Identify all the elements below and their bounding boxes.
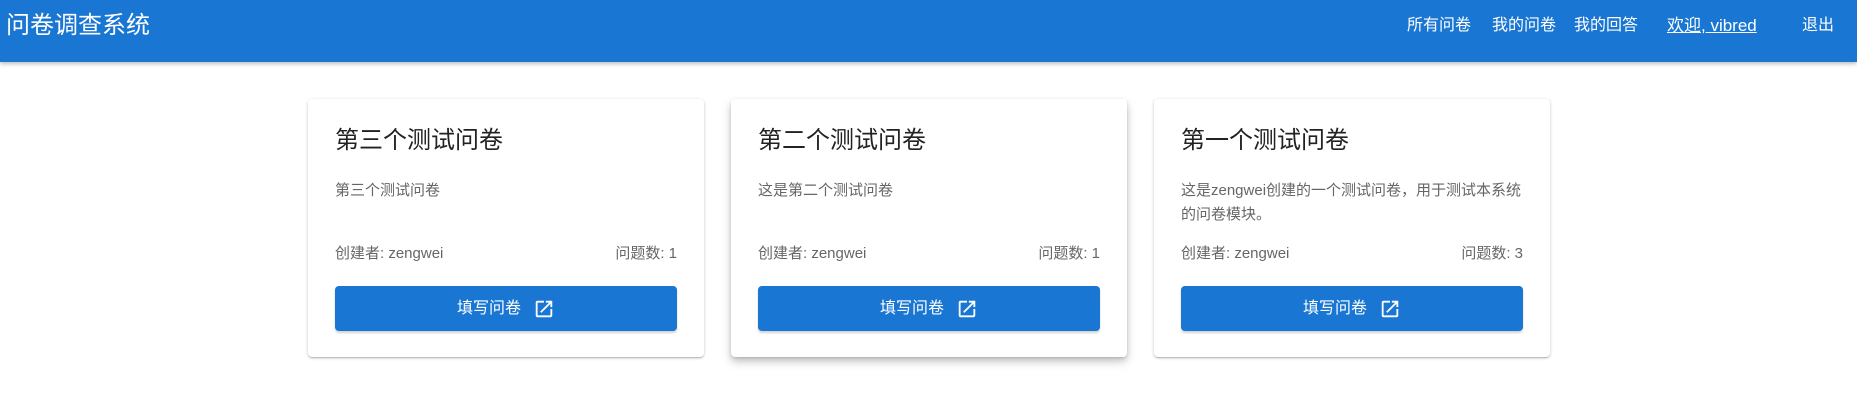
survey-question-count: 问题数: 3	[1461, 245, 1523, 262]
app-title[interactable]: 问卷调查系统	[6, 10, 150, 42]
survey-title: 第二个测试问卷	[758, 127, 926, 154]
survey-question-count: 问题数: 1	[615, 245, 677, 262]
nav-logout[interactable]: 退出	[1802, 14, 1834, 38]
fill-survey-button-label: 填写问卷	[456, 299, 521, 317]
open-in-new-icon	[533, 298, 555, 320]
survey-description: 第三个测试问卷	[335, 182, 441, 199]
survey-description: 这是第二个测试问卷	[758, 182, 894, 199]
fill-survey-button[interactable]: 填写问卷	[758, 286, 1100, 331]
survey-creator: 创建者: zengwei	[758, 245, 867, 262]
survey-title: 第一个测试问卷	[1181, 127, 1349, 154]
nav-user-welcome[interactable]: 欢迎, vibred	[1667, 14, 1757, 38]
survey-title: 第三个测试问卷	[335, 127, 503, 154]
fill-survey-button-label: 填写问卷	[1302, 299, 1367, 317]
survey-creator: 创建者: zengwei	[1181, 245, 1290, 262]
open-in-new-icon	[956, 298, 978, 320]
nav-my-surveys[interactable]: 我的问卷	[1492, 14, 1556, 38]
nav-my-answers[interactable]: 我的回答	[1574, 14, 1638, 38]
fill-survey-button[interactable]: 填写问卷	[335, 286, 677, 331]
fill-survey-button[interactable]: 填写问卷	[1181, 286, 1523, 331]
open-in-new-icon	[1379, 298, 1401, 320]
fill-survey-button-label: 填写问卷	[879, 299, 944, 317]
survey-card: 第一个测试问卷 这是zengwei创建的一个测试问卷，用于测试本系统的问卷模块。…	[1154, 99, 1550, 357]
survey-card: 第三个测试问卷 第三个测试问卷 创建者: zengwei 问题数: 1 填写问卷	[308, 99, 704, 357]
survey-description: 这是zengwei创建的一个测试问卷，用于测试本系统的问卷模块。	[1181, 182, 1522, 223]
survey-card: 第二个测试问卷 这是第二个测试问卷 创建者: zengwei 问题数: 1 填写…	[731, 99, 1127, 357]
survey-question-count: 问题数: 1	[1038, 245, 1100, 262]
app-bar: 问卷调查系统 所有问卷 我的问卷 我的回答 欢迎, vibred 退出	[0, 0, 1857, 62]
survey-creator: 创建者: zengwei	[335, 245, 444, 262]
nav-all-surveys[interactable]: 所有问卷	[1407, 14, 1471, 38]
